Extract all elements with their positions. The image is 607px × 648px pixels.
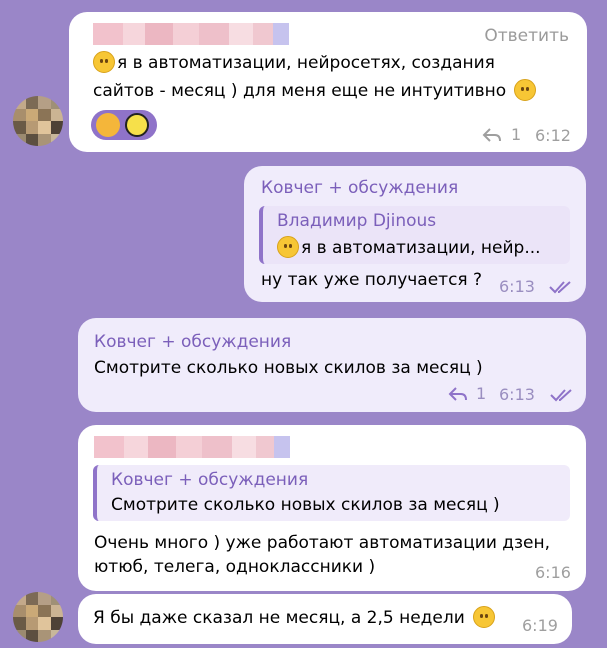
sender-name: Ковчег + обсуждения	[261, 178, 459, 198]
message-bubble[interactable]: Ковчег + обсуждения Смотрите сколько нов…	[78, 318, 586, 412]
message-text: я в автоматизации, нейросетях, создания	[93, 49, 495, 77]
read-checks-icon	[550, 389, 572, 402]
reply-button[interactable]: Ответить	[484, 26, 569, 46]
smile-emoji-icon	[93, 51, 115, 73]
message-bubble[interactable]: Ответить я в автоматизации, нейросетях, …	[69, 12, 587, 152]
message-time: 6:13	[499, 277, 535, 296]
message-time: 6:13	[499, 385, 535, 404]
sender-name-blurred	[93, 23, 299, 45]
message-text: Я бы даже сказал не месяц, а 2,5 недели	[93, 604, 497, 632]
smile-emoji-icon	[277, 236, 299, 258]
read-checks-icon	[549, 281, 571, 294]
message-time: 6:19	[522, 616, 558, 635]
message-time: 6:16	[535, 563, 571, 582]
reply-arrow-icon[interactable]	[482, 127, 502, 143]
avatar[interactable]	[13, 592, 63, 642]
sender-name-blurred	[94, 436, 290, 458]
reactions-bar[interactable]	[91, 110, 157, 140]
replies-count: 1	[476, 384, 487, 403]
sender-name: Ковчег + обсуждения	[94, 332, 292, 352]
handshake-icon[interactable]	[96, 113, 120, 137]
message-bubble[interactable]: Я бы даже сказал не месяц, а 2,5 недели …	[78, 594, 572, 644]
message-text: ютюб, телега, одноклассники )	[94, 557, 376, 577]
message-text: Смотрите сколько новых скилов за месяц )	[94, 358, 483, 378]
blush-emoji-icon	[514, 79, 537, 101]
reply-quote[interactable]: Ковчег + обсуждения Смотрите сколько нов…	[93, 465, 570, 521]
message-text: сайтов - месяц ) для меня еще не интуити…	[93, 77, 538, 105]
message-bubble[interactable]: Ковчег + обсуждения Смотрите сколько нов…	[78, 425, 586, 591]
shush-emoji-icon	[472, 606, 495, 628]
message-bubble[interactable]: Ковчег + обсуждения Владимир Djinous я в…	[244, 166, 586, 302]
quote-author: Ковчег + обсуждения	[111, 470, 309, 490]
reply-quote[interactable]: Владимир Djinous я в автоматизации, нейр…	[259, 206, 570, 264]
reply-arrow-icon[interactable]	[448, 386, 468, 402]
quote-author: Владимир Djinous	[277, 211, 437, 231]
message-text: ну так уже получается ?	[261, 270, 483, 290]
sticker-reaction-icon[interactable]	[125, 113, 149, 137]
quote-text: я в автоматизации, нейр...	[277, 236, 541, 258]
replies-count: 1	[511, 125, 522, 144]
message-time: 6:12	[535, 126, 571, 145]
quote-text: Смотрите сколько новых скилов за месяц )	[111, 495, 500, 515]
avatar[interactable]	[13, 96, 63, 146]
